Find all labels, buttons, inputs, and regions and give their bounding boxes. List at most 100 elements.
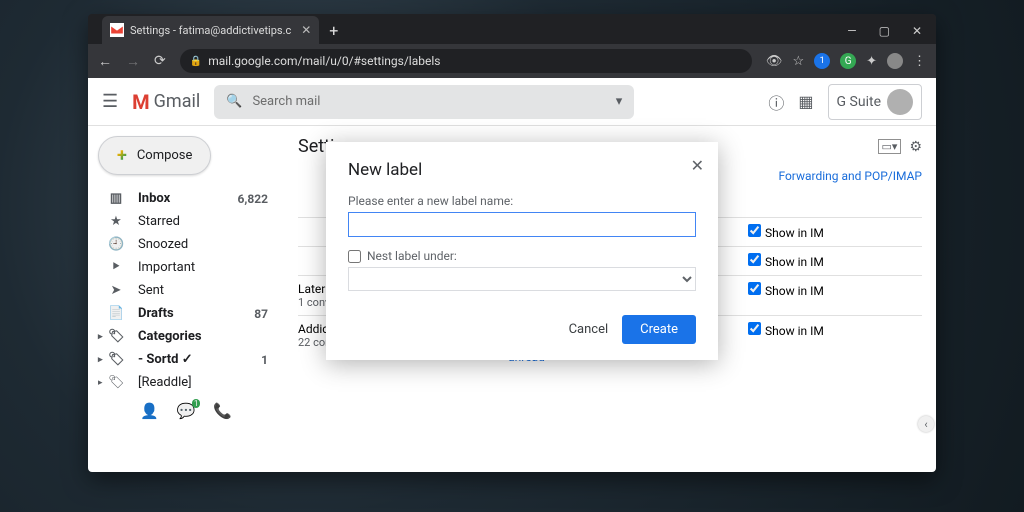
important-icon: ⯈ — [108, 260, 124, 275]
profile-avatar-small[interactable] — [887, 53, 903, 69]
sidebar-item-label: Important — [138, 260, 195, 275]
nest-checkbox[interactable] — [348, 250, 361, 263]
tag-icon: 🏷 — [108, 375, 124, 390]
search-dropdown-icon[interactable]: ▾ — [616, 94, 623, 109]
caret-icon: ▸ — [98, 332, 103, 342]
show-in-im-checkbox[interactable] — [748, 282, 761, 295]
sidebar-item-label: Sent — [138, 283, 164, 298]
sidebar-bottom-icons: 👤 💬1 📞 — [94, 394, 278, 428]
show-in-im-label: Show in IM — [765, 284, 824, 298]
sidebar-item-label: Starred — [138, 214, 180, 229]
gear-icon[interactable]: ⚙ — [909, 139, 922, 155]
create-button[interactable]: Create — [622, 315, 696, 344]
sidebar-item-starred[interactable]: ★ Starred — [94, 210, 278, 233]
drafts-icon: 📄 — [108, 306, 124, 321]
gmail-favicon — [110, 23, 124, 37]
sidebar-item-drafts[interactable]: 📄 Drafts 87 — [94, 302, 278, 325]
hamburger-icon[interactable]: ☰ — [102, 91, 118, 112]
sidebar-item-sent[interactable]: ➤ Sent — [94, 279, 278, 302]
caret-icon: ▸ — [98, 378, 103, 388]
sidebar-item-label: Drafts — [138, 306, 174, 321]
address-bar: ← → ⟳ 🔒 mail.google.com/mail/u/0/#settin… — [88, 44, 936, 78]
product-name: Gmail — [154, 91, 201, 112]
help-icon[interactable]: ⓘ — [768, 90, 784, 114]
compose-button[interactable]: + Compose — [98, 136, 211, 175]
input-tools-icon[interactable]: ▭▾ — [878, 139, 902, 154]
star-icon[interactable]: ☆ — [792, 54, 804, 69]
kebab-icon[interactable]: ⋮ — [913, 54, 926, 69]
url-field[interactable]: 🔒 mail.google.com/mail/u/0/#settings/lab… — [180, 49, 752, 73]
titlebar: Settings - fatima@addictivetips.c ✕ + ― … — [88, 14, 936, 44]
tag-icon: 🏷 — [108, 329, 124, 344]
side-panel-toggle-icon[interactable]: ‹ — [918, 416, 934, 432]
cancel-button[interactable]: Cancel — [569, 322, 609, 337]
caret-icon: ▸ — [98, 355, 103, 365]
gsuite-badge[interactable]: G Suite — [828, 84, 922, 120]
phone-icon[interactable]: 📞 — [213, 402, 232, 420]
search-input[interactable] — [252, 94, 605, 109]
contacts-icon[interactable]: 👤 — [140, 402, 159, 420]
browser-window: Settings - fatima@addictivetips.c ✕ + ― … — [88, 14, 936, 472]
lock-icon: 🔒 — [190, 56, 202, 67]
search-icon: 🔍 — [226, 94, 242, 109]
sent-icon: ➤ — [108, 283, 124, 298]
label-name-input[interactable] — [348, 212, 696, 237]
minimize-icon[interactable]: ― — [847, 24, 856, 38]
show-in-im-label: Show in IM — [765, 324, 824, 338]
extension-badge-g[interactable]: G — [840, 53, 856, 69]
dialog-title: New label — [348, 160, 696, 180]
sidebar-item--sortd-[interactable]: ▸ 🏷 - Sortd ✓ 1 — [94, 348, 278, 371]
search-box[interactable]: 🔍 ▾ — [214, 85, 634, 119]
nest-parent-select[interactable] — [348, 267, 696, 291]
back-icon[interactable]: ← — [98, 53, 112, 70]
sidebar-item-inbox[interactable]: ▥Inbox6,822 — [94, 187, 278, 210]
tab-close-icon[interactable]: ✕ — [301, 23, 311, 37]
show-in-im-checkbox[interactable] — [748, 253, 761, 266]
sidebar-item-count: 6,822 — [238, 192, 269, 206]
sidebar-item-snoozed[interactable]: 🕘 Snoozed — [94, 233, 278, 256]
dialog-prompt: Please enter a new label name: — [348, 194, 696, 208]
plus-icon: + — [117, 145, 127, 166]
sidebar-item-label: Categories — [138, 329, 202, 344]
sidebar-item-count: 87 — [254, 307, 268, 321]
extensions-icon[interactable]: ✦ — [866, 54, 877, 69]
sidebar-item--readdle-[interactable]: ▸ 🏷 [Readdle] — [94, 371, 278, 394]
sidebar-item-important[interactable]: ⯈ Important — [94, 256, 278, 279]
show-in-im-checkbox[interactable] — [748, 224, 761, 237]
window-controls: ― ▢ ✕ — [847, 24, 936, 44]
sidebar-item-categories[interactable]: ▸ 🏷 Categories — [94, 325, 278, 348]
tag-icon: 🏷 — [108, 352, 124, 367]
gmail-header: ☰ M Gmail 🔍 ▾ ⓘ ▦ G Suite — [88, 78, 936, 126]
sidebar-item-label: [Readdle] — [138, 375, 192, 390]
tab-forwarding[interactable]: Forwarding and POP/IMAP — [778, 169, 922, 183]
star-icon: ★ — [108, 214, 124, 229]
show-in-im-label: Show in IM — [765, 255, 824, 269]
dialog-close-icon[interactable]: ✕ — [691, 156, 704, 175]
sidebar-item-label: Inbox — [138, 191, 170, 206]
show-in-im-label: Show in IM — [765, 226, 824, 240]
gsuite-label: G Suite — [837, 94, 881, 110]
tab-title: Settings - fatima@addictivetips.c — [130, 24, 291, 37]
show-in-im-checkbox[interactable] — [748, 322, 761, 335]
extension-badge-1[interactable]: 1 — [814, 53, 830, 69]
close-window-icon[interactable]: ✕ — [912, 24, 922, 38]
forward-icon[interactable]: → — [126, 53, 140, 70]
sidebar: + Compose ▥Inbox6,822★Starred🕘Snoozed⯈Im… — [88, 126, 284, 438]
eye-icon[interactable]: 👁 — [766, 54, 783, 69]
reload-icon[interactable]: ⟳ — [154, 53, 166, 69]
new-label-dialog: ✕ New label Please enter a new label nam… — [326, 142, 718, 360]
compose-label: Compose — [137, 148, 193, 163]
chat-icon[interactable]: 💬1 — [177, 402, 196, 420]
maximize-icon[interactable]: ▢ — [879, 24, 890, 38]
app-content: ☰ M Gmail 🔍 ▾ ⓘ ▦ G Suite — [88, 78, 936, 472]
sidebar-item-count: 1 — [261, 353, 268, 367]
sidebar-item-label: Snoozed — [138, 237, 188, 252]
gmail-logo: M Gmail — [132, 90, 200, 114]
clock-icon: 🕘 — [108, 237, 124, 252]
browser-tab[interactable]: Settings - fatima@addictivetips.c ✕ — [102, 16, 319, 44]
nest-label: Nest label under: — [367, 249, 457, 263]
apps-grid-icon[interactable]: ▦ — [798, 92, 813, 111]
sidebar-item-label: - Sortd ✓ — [138, 352, 193, 367]
new-tab-button[interactable]: + — [329, 21, 338, 40]
profile-avatar[interactable] — [887, 89, 913, 115]
